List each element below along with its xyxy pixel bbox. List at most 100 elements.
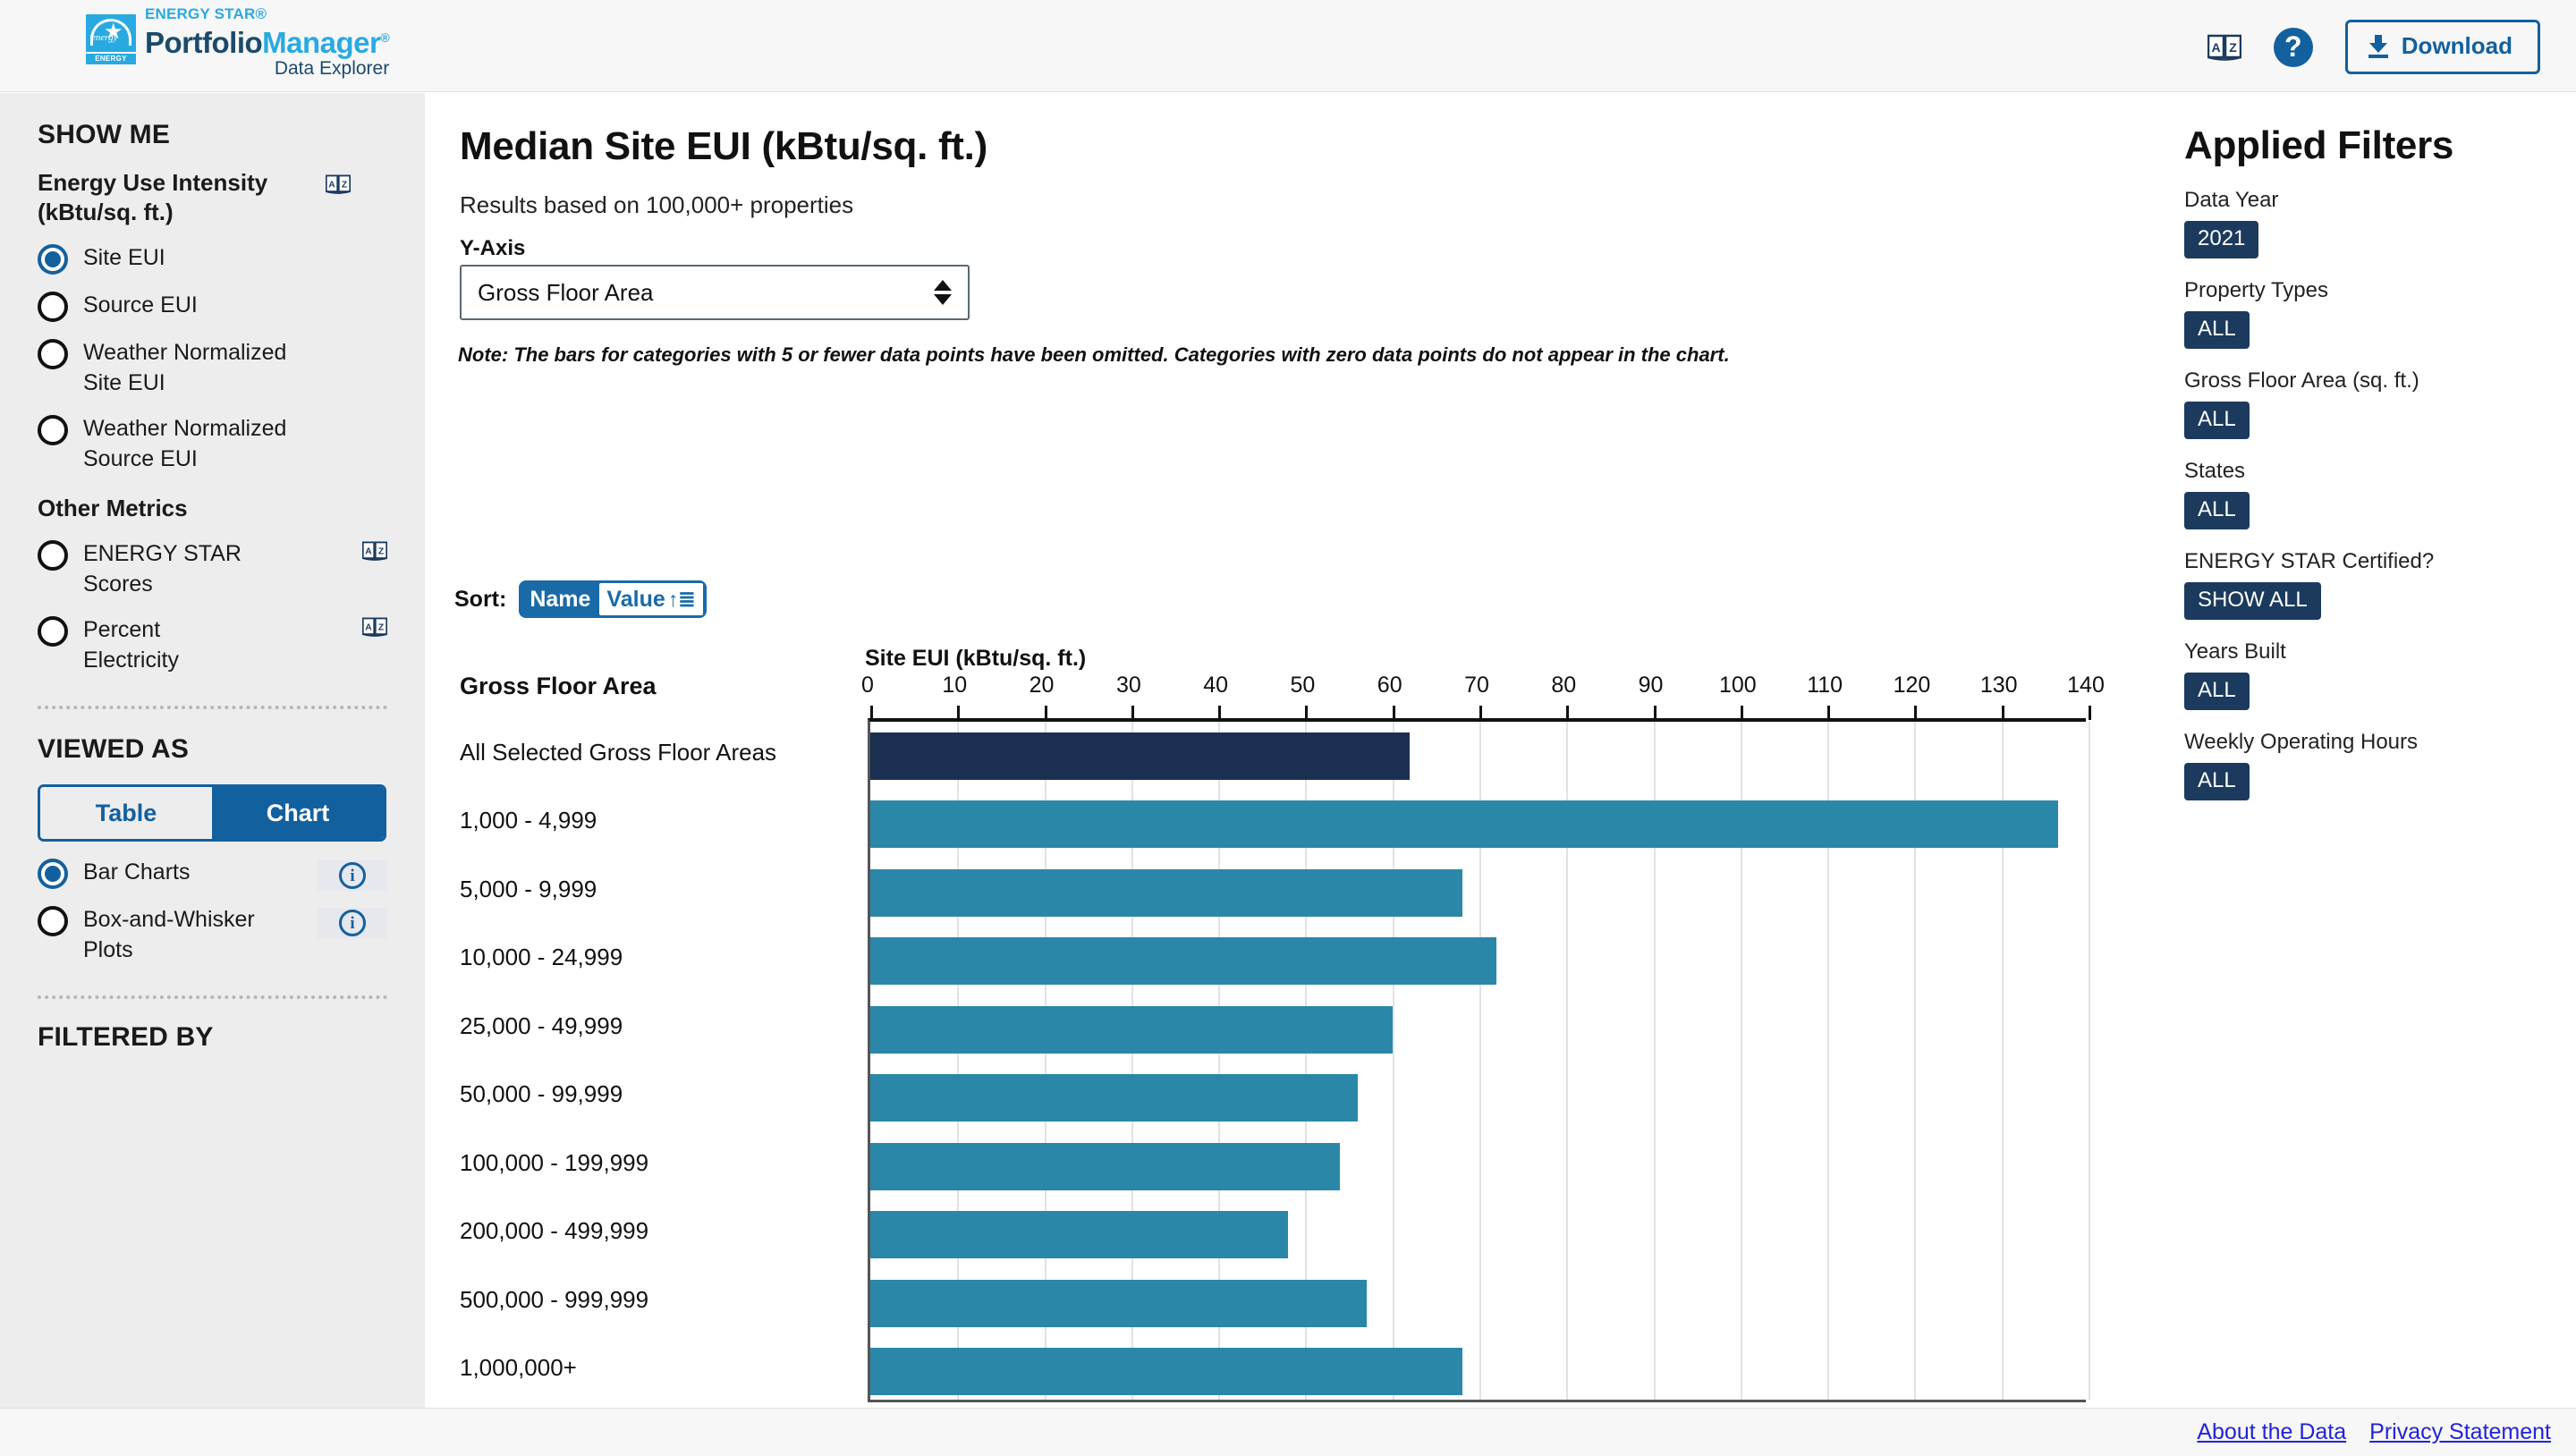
chart-x-tick-label: 60 [1377, 673, 1402, 698]
chart-x-tick-label: 100 [1718, 673, 1757, 698]
chart-category-label: 10,000 - 24,999 [460, 944, 623, 971]
az-book-icon[interactable]: AZ [325, 174, 352, 199]
download-button[interactable]: Download [2344, 20, 2540, 74]
chart-tick-mark [1914, 706, 1918, 720]
chart-category-label: All Selected Gross Floor Areas [460, 738, 777, 766]
info-icon-box-whisker-wrap[interactable]: i [318, 908, 387, 938]
radio-site-eui[interactable] [38, 244, 68, 275]
filter-chip[interactable]: 2021 [2184, 221, 2259, 258]
chart-bar[interactable] [870, 1279, 1367, 1327]
filter-chip[interactable]: ALL [2184, 402, 2250, 439]
sort-toggle[interactable]: Name Value ↑≣ [519, 580, 707, 618]
chart-category-label: 25,000 - 49,999 [460, 1012, 623, 1039]
energy-use-intensity-heading: Energy Use Intensity (kBtu/sq. ft.) [38, 169, 268, 225]
chart-x-tick-label: 70 [1464, 673, 1489, 698]
info-icon[interactable]: i [339, 910, 366, 936]
chart-bar[interactable] [870, 1074, 1358, 1122]
chart-type-option-box-whisker[interactable]: Box-and-Whisker Plots i [38, 904, 387, 965]
chart-bar[interactable] [870, 937, 1497, 986]
filter-label: Years Built [2184, 639, 2286, 664]
chart-bar[interactable] [870, 1348, 1462, 1396]
metric-option-source-eui[interactable]: Source EUI [38, 290, 387, 322]
chart-x-tick-label: 110 [1807, 673, 1843, 698]
filter-label: Weekly Operating Hours [2184, 730, 2418, 754]
main-content: Median Site EUI (kBtu/sq. ft.) Results b… [427, 93, 2171, 1408]
radio-wn-site-eui[interactable] [38, 339, 68, 369]
chart-bar[interactable] [870, 800, 2058, 849]
app-header: energy ENERGY STAR ENERGY STAR® Portfoli… [0, 0, 2576, 92]
info-icon[interactable]: i [339, 862, 366, 889]
about-the-data-link[interactable]: About the Data [2197, 1419, 2346, 1445]
metric-label: Percent Electricity [83, 617, 179, 673]
chart-category-label: 500,000 - 999,999 [460, 1285, 649, 1313]
bar-chart: Gross Floor Area Site EUI (kBtu/sq. ft.)… [427, 646, 2171, 1408]
info-icon-bar-charts-wrap[interactable]: i [318, 860, 387, 891]
sidebar-divider-1 [38, 706, 387, 709]
metric-option-percent-electricity[interactable]: Percent Electricity AZ [38, 614, 388, 675]
filter-chip[interactable]: ALL [2184, 492, 2250, 529]
metric-option-site-eui[interactable]: Site EUI [38, 242, 387, 275]
chart-x-tick-label: 50 [1290, 673, 1316, 698]
radio-wn-source-eui[interactable] [38, 415, 68, 445]
chart-tick-mark [2001, 706, 2004, 720]
az-book-icon[interactable]: AZ [361, 540, 388, 566]
y-axis-select[interactable]: Gross Floor Area [460, 265, 970, 320]
radio-energy-star-scores[interactable] [38, 540, 68, 571]
filter-label: ENERGY STAR Certified? [2184, 549, 2435, 573]
help-question-icon[interactable]: ? [2273, 27, 2313, 67]
radio-source-eui[interactable] [38, 292, 68, 322]
chart-category-label: 100,000 - 199,999 [460, 1148, 649, 1176]
chart-type-label: Box-and-Whisker Plots [83, 907, 255, 962]
chart-bar[interactable] [870, 1142, 1341, 1190]
sort-ascending-icon: ↑≣ [667, 587, 696, 611]
brand-logo: energy ENERGY STAR ENERGY STAR® Portfoli… [86, 5, 390, 80]
results-subtitle: Results based on 100,000+ properties [460, 191, 854, 218]
filter-label: Data Year [2184, 188, 2279, 212]
filter-chip[interactable]: ALL [2184, 673, 2250, 710]
chart-tick-mark [1653, 706, 1657, 720]
chart-bar[interactable] [870, 868, 1462, 917]
y-axis-label: Y-Axis [460, 236, 526, 260]
page-title: Median Site EUI (kBtu/sq. ft.) [460, 124, 987, 168]
tab-table[interactable]: Table [40, 787, 212, 839]
chart-tick-mark [1566, 706, 1570, 720]
chart-bar[interactable] [870, 1005, 1393, 1054]
az-book-icon[interactable]: AZ [361, 616, 388, 642]
filter-chip[interactable]: ALL [2184, 763, 2250, 800]
chart-x-tick-label: 40 [1203, 673, 1229, 698]
chevron-updown-icon [934, 280, 952, 305]
chart-note: Note: The bars for categories with 5 or … [458, 343, 1730, 366]
metric-option-wn-source-eui[interactable]: Weather Normalized Source EUI [38, 413, 387, 474]
chart-bar[interactable] [870, 732, 1411, 780]
metric-option-energy-star-scores[interactable]: ENERGY STAR Scores AZ [38, 538, 388, 599]
az-book-icon[interactable]: A Z [2207, 33, 2242, 62]
radio-box-and-whisker[interactable] [38, 906, 68, 936]
metric-option-wn-site-eui[interactable]: Weather Normalized Site EUI [38, 337, 387, 398]
brand-data-explorer-text: Data Explorer [274, 58, 390, 79]
svg-text:Z: Z [378, 623, 384, 633]
page-footer: About the Data Privacy Statement [0, 1408, 2576, 1456]
sort-by-name-button[interactable]: Name [519, 580, 599, 618]
filter-chip[interactable]: SHOW ALL [2184, 582, 2321, 620]
radio-percent-electricity[interactable] [38, 616, 68, 647]
chart-tick-mark [870, 706, 873, 720]
chart-tick-mark [1305, 706, 1309, 720]
filter-chip[interactable]: ALL [2184, 311, 2250, 349]
chart-x-tick-label: 90 [1638, 673, 1664, 698]
chart-x-tick-label: 140 [2067, 673, 2105, 698]
metric-label: Weather Normalized Source EUI [83, 416, 287, 471]
filter-label: States [2184, 459, 2246, 483]
metric-label: ENERGY STAR Scores [83, 541, 242, 597]
radio-bar-charts[interactable] [38, 859, 68, 889]
sort-by-value-button[interactable]: Value ↑≣ [599, 583, 703, 615]
metric-label: Source EUI [83, 292, 198, 317]
privacy-statement-link[interactable]: Privacy Statement [2369, 1419, 2551, 1445]
chart-type-option-bar[interactable]: Bar Charts i [38, 857, 387, 891]
chart-bar[interactable] [870, 1211, 1288, 1259]
sort-control: Sort: Name Value ↑≣ [454, 580, 707, 618]
view-mode-toggle[interactable]: Table Chart [38, 784, 386, 842]
chart-category-label: 5,000 - 9,999 [460, 875, 597, 902]
svg-text:Z: Z [378, 547, 384, 557]
tab-chart[interactable]: Chart [212, 787, 384, 839]
download-label: Download [2401, 32, 2512, 59]
